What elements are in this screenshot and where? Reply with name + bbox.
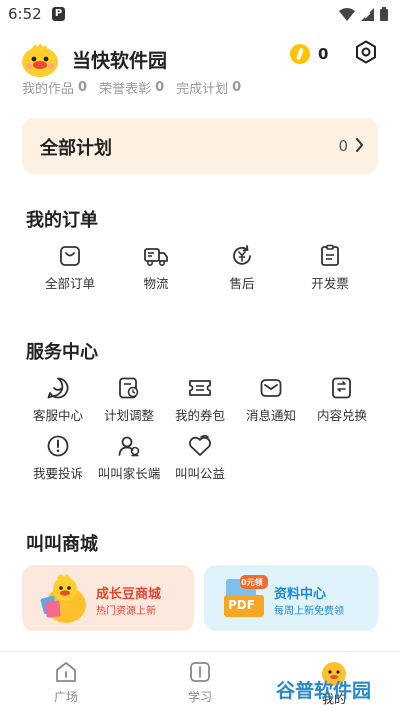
growth-bean-mall-card[interactable]: 成长豆商城 热门资源上新	[22, 565, 194, 631]
all-plans-card[interactable]: 全部计划 0	[22, 118, 378, 174]
all-plans-count: 0	[338, 137, 348, 155]
service-customer-center[interactable]: 客服中心	[22, 376, 94, 424]
p-notification-icon: P	[52, 7, 65, 21]
order-invoice[interactable]: 开发票	[294, 244, 366, 292]
service-plan-adjust[interactable]: 计划调整	[93, 376, 165, 424]
chat-icon	[47, 377, 69, 399]
service-messages[interactable]: 消息通知	[235, 376, 307, 424]
service-parent-app[interactable]: 叫叫家长端	[93, 434, 165, 482]
truck-icon	[144, 248, 168, 266]
order-all[interactable]: 全部订单	[34, 244, 106, 292]
signal-icon	[361, 7, 374, 21]
stat-completed-plans[interactable]: 完成计划 0	[176, 78, 241, 97]
order-all-label: 全部订单	[44, 276, 95, 291]
nav-label: 学习	[187, 690, 212, 704]
service-complaint[interactable]: 我要投诉	[22, 434, 94, 482]
stat-label: 完成计划	[176, 82, 229, 97]
home-icon	[56, 662, 76, 682]
service-label: 内容兑换	[316, 408, 367, 423]
chevron-right-icon	[356, 138, 364, 152]
mall-section-title: 叫叫商城	[26, 534, 98, 555]
service-label: 叫叫家长端	[97, 466, 161, 481]
materials-center-card[interactable]: 0元领 PDF 资料中心 每周上新免费领	[204, 565, 378, 631]
stat-works[interactable]: 我的作品 0	[22, 78, 87, 97]
service-label: 我的券包	[174, 408, 225, 423]
service-section-title: 服务中心	[26, 342, 98, 363]
service-label: 消息通知	[245, 408, 296, 423]
nav-learning[interactable]: 学习	[160, 660, 240, 705]
free-badge: 0元领	[241, 578, 263, 587]
parent-icon	[118, 436, 140, 457]
wifi-icon	[339, 7, 355, 21]
plan-adjust-icon	[119, 377, 139, 399]
all-plans-title: 全部计划	[40, 138, 112, 159]
order-logistics-label: 物流	[143, 276, 169, 291]
service-label: 叫叫公益	[174, 466, 225, 481]
service-label: 计划调整	[103, 408, 154, 423]
battery-icon	[380, 7, 388, 21]
stat-count: 0	[155, 80, 165, 95]
mail-icon	[260, 379, 282, 397]
mall-card-subtitle: 热门资源上新	[96, 606, 156, 617]
stat-label: 我的作品	[22, 82, 75, 97]
order-invoice-label: 开发票	[311, 276, 349, 291]
username[interactable]: 当快软件园	[72, 46, 167, 73]
profile-stats: 我的作品 0 荣誉表彰 0 完成计划 0	[22, 78, 241, 97]
order-icon	[60, 246, 80, 266]
coupon-icon	[189, 380, 211, 396]
service-coupon[interactable]: 我的券包	[164, 376, 236, 424]
nav-label: 广场	[53, 690, 78, 704]
stat-label: 荣誉表彰	[99, 82, 152, 97]
mall-card-subtitle: 每周上新免费领	[274, 606, 344, 617]
learning-icon	[190, 662, 210, 682]
service-label: 我要投诉	[32, 466, 83, 481]
warning-icon	[47, 435, 69, 457]
orders-section-title: 我的订单	[26, 210, 98, 231]
yen-refresh-icon	[233, 245, 251, 265]
nav-plaza[interactable]: 广场	[26, 660, 106, 705]
order-after-sales[interactable]: 售后	[206, 244, 278, 292]
mall-card-title: 成长豆商城	[96, 587, 162, 602]
stat-count: 0	[232, 80, 242, 95]
pdf-label: PDF	[228, 598, 255, 612]
invoice-icon	[321, 244, 339, 266]
coin-count: 0	[318, 45, 329, 63]
service-content-exchange[interactable]: 内容兑换	[306, 376, 378, 424]
mall-card-title: 资料中心	[274, 587, 327, 602]
settings-icon[interactable]	[354, 40, 378, 64]
service-label: 客服中心	[32, 408, 83, 423]
status-bar: 6:52 P	[0, 0, 400, 28]
service-charity[interactable]: 叫叫公益	[164, 434, 236, 482]
order-logistics[interactable]: 物流	[120, 244, 192, 292]
status-time: 6:52	[8, 5, 42, 23]
duck-mascot-icon	[40, 574, 86, 623]
watermark-text: 谷普软件园	[276, 680, 372, 702]
stat-count: 0	[78, 80, 88, 95]
charity-icon	[189, 434, 211, 456]
exchange-icon	[332, 377, 351, 399]
avatar[interactable]	[20, 40, 60, 78]
status-icons	[339, 7, 388, 21]
coin-icon	[290, 44, 310, 64]
coin-balance[interactable]: 0	[286, 40, 338, 68]
watermark: 谷普软件园	[276, 676, 392, 704]
order-after-sales-label: 售后	[229, 276, 255, 291]
stat-honors[interactable]: 荣誉表彰 0	[99, 78, 164, 97]
